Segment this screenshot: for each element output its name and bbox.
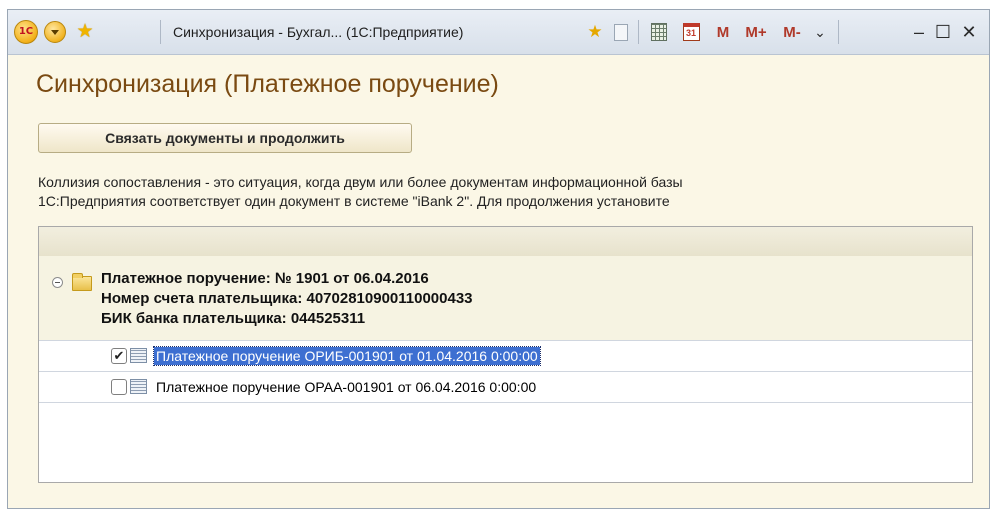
menu-dropdown-icon: [44, 21, 66, 43]
group-payment-order: Платежное поручение: № 1901 от 06.04.201…: [101, 270, 429, 287]
main-menu-button[interactable]: [44, 19, 66, 45]
item-checkbox[interactable]: ✔: [111, 348, 127, 364]
group-details: Платежное поручение: № 1901 от 06.04.201…: [101, 269, 473, 329]
tree-item-row[interactable]: ✔ Платежное поручение ОРИБ-001901 от 01.…: [39, 341, 972, 372]
calculator-icon: [651, 23, 667, 41]
calculator-button[interactable]: [650, 19, 668, 45]
item-label[interactable]: Платежное поручение ОРАА-001901 от 06.04…: [154, 378, 538, 396]
group-payer-account: Номер счета плательщика: 407028109001100…: [101, 290, 473, 307]
maximize-button[interactable]: ☐: [932, 19, 954, 45]
document-icon: [130, 348, 147, 363]
toolbar-separator: [160, 20, 161, 44]
app-window: 1С ★ Синхронизация - Бухгал... (1С:Предп…: [7, 9, 990, 509]
calendar-icon: 31: [682, 23, 700, 41]
favorites-star-icon[interactable]: ★: [74, 19, 96, 45]
description-line: Коллизия сопоставления - это ситуация, к…: [38, 174, 683, 190]
item-label[interactable]: Платежное поручение ОРИБ-001901 от 01.04…: [153, 346, 541, 366]
memory-button[interactable]: M: [714, 19, 732, 45]
collapse-icon[interactable]: [52, 277, 63, 288]
window-menu-chevron-icon[interactable]: ⌄: [810, 19, 830, 45]
description-line: 1С:Предприятия соответствует один докуме…: [38, 193, 670, 209]
document-link-icon[interactable]: [612, 19, 630, 45]
logo-1c-icon: 1С: [14, 20, 38, 44]
app-logo-icon[interactable]: 1С: [14, 19, 38, 45]
document-icon: [614, 23, 628, 41]
close-button[interactable]: ✕: [958, 19, 980, 45]
documents-tree[interactable]: Платежное поручение: № 1901 от 06.04.201…: [38, 226, 973, 483]
title-bar: 1С ★ Синхронизация - Бухгал... (1С:Предп…: [8, 10, 989, 55]
memory-minus-button[interactable]: M-: [780, 19, 804, 45]
form-title: Синхронизация (Платежное поручение): [36, 70, 499, 98]
toolbar-separator: [838, 20, 839, 44]
add-to-favorites-icon[interactable]: ★: [584, 19, 606, 45]
tree-group-row[interactable]: Платежное поручение: № 1901 от 06.04.201…: [39, 256, 972, 341]
document-icon: [130, 379, 147, 394]
link-documents-and-continue-button[interactable]: Связать документы и продолжить: [38, 123, 412, 153]
calendar-button[interactable]: 31: [682, 19, 700, 45]
memory-plus-button[interactable]: M+: [743, 19, 769, 45]
collision-description: Коллизия сопоставления - это ситуация, к…: [38, 173, 978, 211]
folder-icon: [72, 273, 92, 291]
tree-item-row[interactable]: Платежное поручение ОРАА-001901 от 06.04…: [39, 372, 972, 403]
item-checkbox[interactable]: [111, 379, 127, 395]
minimize-button[interactable]: –: [908, 19, 930, 45]
window-title: Синхронизация - Бухгал... (1С:Предприяти…: [173, 24, 464, 40]
toolbar-separator: [638, 20, 639, 44]
group-payer-bik: БИК банка плательщика: 044525311: [101, 310, 366, 327]
tree-header: [39, 227, 972, 257]
